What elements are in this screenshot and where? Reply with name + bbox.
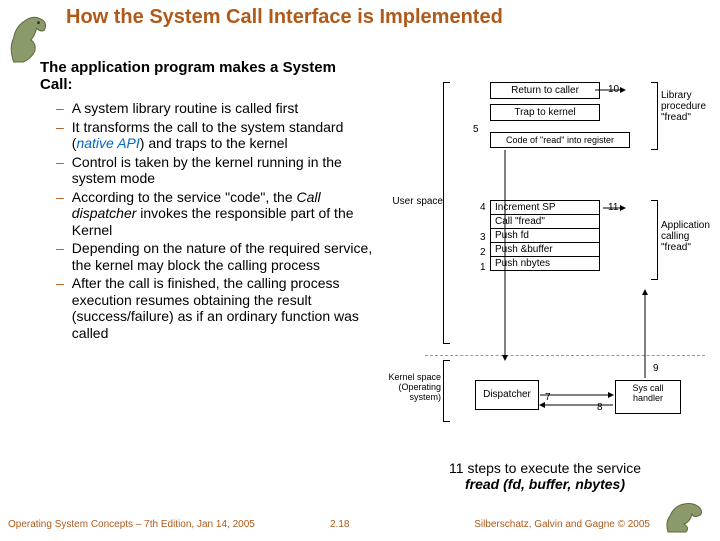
label-user: User space [391,196,443,207]
bullet-item: –Depending on the nature of the required… [56,240,386,273]
syscall-diagram: Return to caller Trap to kernel Code of … [395,60,715,450]
step-11: 11 [608,202,618,213]
stack-row: Push &buffer [490,243,600,257]
lead-text: The application program makes a System C… [40,60,340,93]
stack-row: Push fd [490,229,600,243]
caption: 11 steps to execute the service fread (f… [395,460,695,492]
bullet-text: It transforms the call to the system sta… [72,119,386,152]
kernel-divider [425,355,705,356]
label-app: Application calling "fread" [661,220,715,253]
label-kernel: Kernel space (Operating system) [383,372,441,402]
slide-title: How the System Call Interface is Impleme… [66,6,503,29]
bracket-lib [651,82,658,150]
stack-row: Push nbytes [490,257,600,271]
caption-line: 11 steps to execute the service [395,460,695,476]
bullet-list: –A system library routine is called firs… [56,100,386,343]
box-trap: Trap to kernel [490,104,600,121]
step-9: 9 [653,363,659,374]
bracket-app [651,200,658,280]
bullet-text: According to the service "code", the Cal… [72,189,386,239]
footer-right: Silberschatz, Galvin and Gagne © 2005 [474,519,650,530]
bullet-item: –Control is taken by the kernel running … [56,154,386,187]
box-return: Return to caller [490,82,600,99]
box-code: Code of "read" into register [490,132,630,148]
bullet-text: Control is taken by the kernel running i… [72,154,386,187]
bracket-kernel [443,360,450,422]
footer-mid: 2.18 [330,519,349,530]
bullet-dash: – [56,100,64,117]
stack-num: 3 [480,232,486,243]
stack-num: 4 [480,202,486,213]
step-8: 8 [597,402,603,413]
footer-left: Operating System Concepts – 7th Edition,… [8,519,255,530]
step-10: 10 [608,84,619,95]
stack-row: Increment SP [490,200,600,215]
bullet-item: –According to the service "code", the Ca… [56,189,386,239]
stack-num: 2 [480,247,486,258]
bullet-text: A system library routine is called first [72,100,298,117]
step-7: 7 [545,392,551,403]
bullet-item: –It transforms the call to the system st… [56,119,386,152]
bracket-user [443,82,450,344]
bullet-text: After the call is finished, the calling … [72,275,386,341]
stack-row: Call "fread" [490,215,600,229]
bullet-dash: – [56,119,64,152]
stack: Increment SP Call "fread" Push fd Push &… [490,200,600,271]
label-lib: Library procedure "fread" [661,90,715,123]
bullet-dash: – [56,275,64,341]
box-dispatcher: Dispatcher [475,380,539,410]
box-handler: Sys call handler [615,380,681,414]
bullet-item: –A system library routine is called firs… [56,100,386,117]
bullet-text: Depending on the nature of the required … [72,240,386,273]
bullet-dash: – [56,240,64,273]
caption-code: fread (fd, buffer, nbytes) [395,476,695,492]
stack-num: 1 [480,262,486,273]
bullet-dash: – [56,189,64,239]
step-5: 5 [473,124,479,135]
slide: How the System Call Interface is Impleme… [0,0,720,540]
dinosaur-small-icon [662,496,712,534]
bullet-dash: – [56,154,64,187]
bullet-item: –After the call is finished, the calling… [56,275,386,341]
